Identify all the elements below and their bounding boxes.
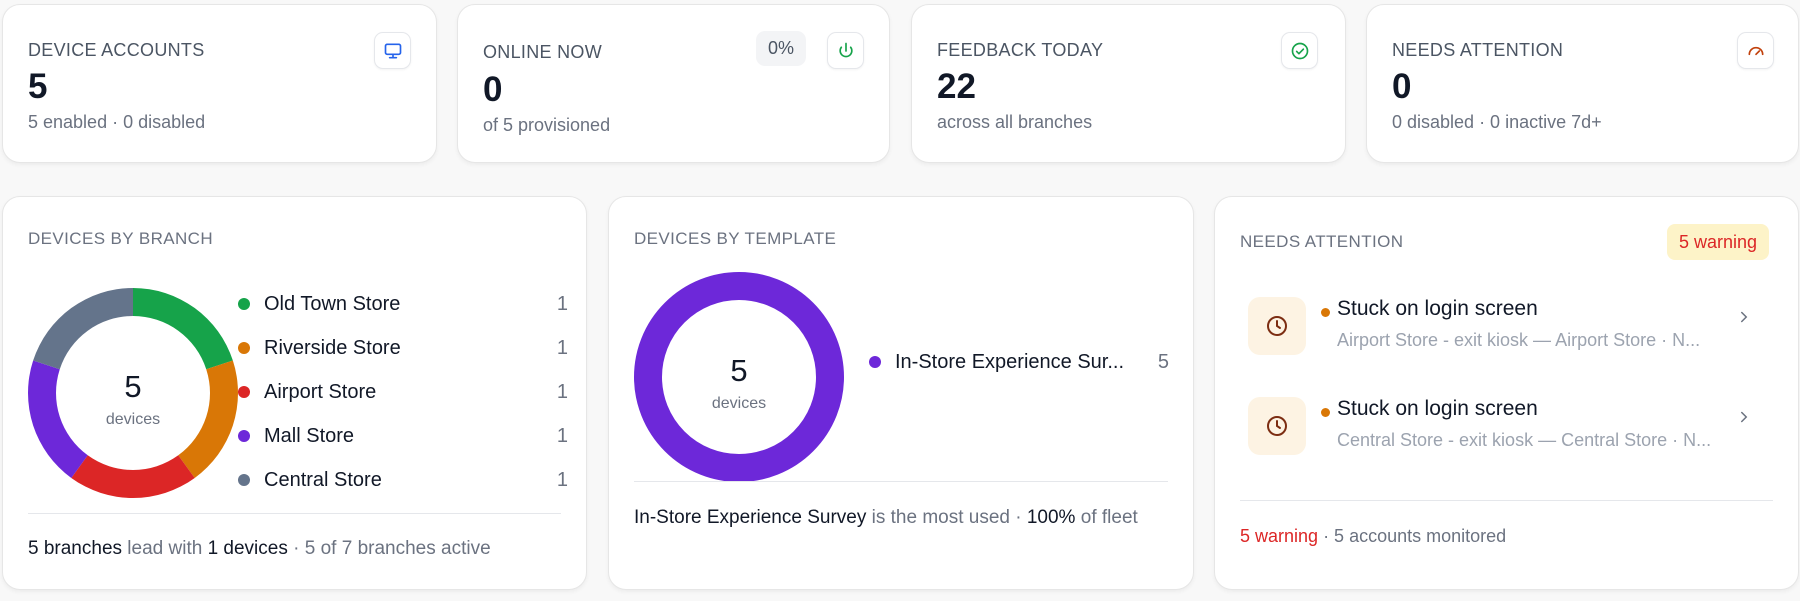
legend-label: Airport Store	[264, 380, 377, 403]
divider	[634, 481, 1168, 482]
stat-subtext: 5 enabled · 0 disabled	[28, 112, 206, 132]
legend-swatch	[869, 356, 881, 368]
needs-attention-card: NEEDS ATTENTION 5 warning Stuck on login…	[1214, 196, 1799, 590]
legend-item[interactable]: In-Store Experience Sur... 5	[869, 347, 1169, 377]
legend-item[interactable]: Riverside Store 1	[238, 333, 568, 363]
stat-card-feedback-today: FEEDBACK TODAY 22 across all branches	[911, 4, 1346, 163]
status-dot	[1321, 408, 1330, 417]
legend-item[interactable]: Old Town Store 1	[238, 289, 568, 319]
donut-center: 5 devices	[28, 369, 238, 429]
summary-device-count: 1 devices	[207, 538, 288, 559]
stat-value: 5	[28, 67, 48, 106]
summary-branch-count: 5 branches	[28, 538, 123, 559]
legend-swatch	[238, 386, 250, 398]
section-title: DEVICES BY TEMPLATE	[634, 229, 837, 248]
stat-subtext: of 5 provisioned	[483, 115, 611, 135]
summary-tail: of fleet	[1080, 507, 1138, 528]
online-percent-badge: 0%	[756, 31, 807, 66]
legend-count: 1	[556, 380, 568, 403]
attention-item[interactable]: Stuck on login screen Central Store - ex…	[1240, 394, 1765, 464]
divider	[28, 513, 561, 514]
check-circle-icon	[1281, 32, 1318, 69]
branch-summary: 5 branches lead with 1 devices · 5 of 7 …	[28, 533, 491, 564]
stat-subtext: across all branches	[937, 112, 1093, 132]
donut-slice-old-town-store[interactable]	[133, 288, 233, 370]
attention-title: Stuck on login screen	[1337, 297, 1538, 320]
legend-label: In-Store Experience Sur...	[895, 350, 1125, 373]
stat-subtext: 0 disabled · 0 inactive 7d+	[1392, 112, 1602, 132]
legend-count: 1	[556, 292, 568, 315]
legend-swatch	[238, 474, 250, 486]
legend-swatch	[238, 298, 250, 310]
legend-item[interactable]: Airport Store 1	[238, 377, 568, 407]
stat-value: 0	[1392, 67, 1412, 106]
legend-count: 1	[556, 336, 568, 359]
stat-value: 22	[937, 67, 976, 106]
stat-card-online-now: ONLINE NOW 0 of 5 provisioned 0%	[457, 4, 890, 163]
chevron-right-icon[interactable]	[1735, 408, 1753, 426]
legend-label: Mall Store	[264, 424, 355, 447]
attention-title: Stuck on login screen	[1337, 397, 1538, 420]
devices-by-branch-card: DEVICES BY BRANCH 5 devices Old Town Sto…	[2, 196, 587, 590]
summary-text: lead with	[127, 538, 203, 559]
legend-label: Riverside Store	[264, 336, 401, 359]
summary-template-name: In-Store Experience Survey	[634, 507, 867, 528]
status-dot	[1321, 308, 1330, 317]
donut-center-value: 5	[730, 353, 748, 388]
power-icon	[827, 32, 864, 69]
stat-label: ONLINE NOW	[483, 42, 603, 62]
legend-swatch	[238, 342, 250, 354]
donut-slice-airport-store[interactable]	[71, 455, 195, 498]
donut-center-label: devices	[105, 411, 161, 428]
donut-center: 5 devices	[634, 353, 844, 413]
summary-active: · 5 of 7 branches active	[293, 538, 491, 559]
clock-icon	[1248, 297, 1306, 355]
legend-count: 1	[556, 424, 568, 447]
attention-subtext: Central Store - exit kiosk — Central Sto…	[1337, 430, 1712, 450]
clock-icon	[1248, 397, 1306, 455]
section-title: NEEDS ATTENTION	[1240, 232, 1404, 251]
stat-label: NEEDS ATTENTION	[1392, 40, 1564, 60]
legend-count: 1	[556, 468, 568, 491]
stat-value: 0	[483, 70, 503, 109]
legend-swatch	[238, 430, 250, 442]
legend-label: Old Town Store	[264, 292, 401, 315]
summary-text: is the most used ·	[871, 507, 1022, 528]
summary-monitored: · 5 accounts monitored	[1323, 526, 1507, 546]
stat-label: FEEDBACK TODAY	[937, 40, 1104, 60]
monitor-icon	[374, 32, 411, 69]
summary-warning-count: 5 warning	[1240, 526, 1319, 546]
gauge-icon	[1737, 32, 1774, 69]
stat-card-device-accounts: DEVICE ACCOUNTS 5 5 enabled · 0 disabled	[2, 4, 437, 163]
legend-count: 5	[1157, 350, 1169, 373]
attention-summary: 5 warning · 5 accounts monitored	[1240, 521, 1506, 552]
donut-center-label: devices	[711, 395, 767, 412]
attention-item[interactable]: Stuck on login screen Airport Store - ex…	[1240, 294, 1765, 364]
devices-by-template-card: DEVICES BY TEMPLATE 5 devices In-Store E…	[608, 196, 1194, 590]
legend-label: Central Store	[264, 468, 382, 491]
divider	[1240, 500, 1773, 501]
chevron-right-icon[interactable]	[1735, 308, 1753, 326]
donut-center-value: 5	[124, 369, 142, 404]
donut-slice-central-store[interactable]	[33, 288, 133, 370]
stat-card-needs-attention: NEEDS ATTENTION 0 0 disabled · 0 inactiv…	[1366, 4, 1799, 163]
template-summary: In-Store Experience Survey is the most u…	[634, 502, 1154, 533]
warning-badge: 5 warning	[1667, 224, 1770, 260]
stat-label: DEVICE ACCOUNTS	[28, 40, 205, 60]
legend-item[interactable]: Central Store 1	[238, 465, 568, 495]
summary-percent: 100%	[1026, 507, 1076, 528]
section-title: DEVICES BY BRANCH	[28, 229, 214, 248]
legend-item[interactable]: Mall Store 1	[238, 421, 568, 451]
attention-subtext: Airport Store - exit kiosk — Airport Sto…	[1337, 330, 1701, 350]
